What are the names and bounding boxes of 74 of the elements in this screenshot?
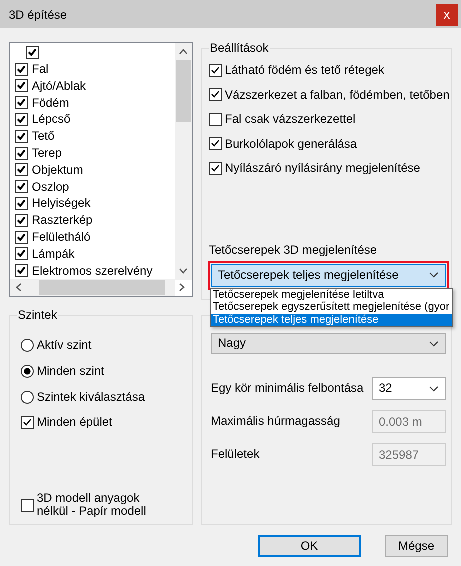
checkbox[interactable] (15, 146, 28, 160)
group-title: Szintek (17, 308, 58, 322)
dropdown[interactable]: Tetőcserepek teljes megjelenítése (211, 264, 446, 287)
checkbox[interactable] (21, 416, 34, 428)
list-item-label: Lámpák (32, 246, 75, 262)
checkbox[interactable] (209, 88, 222, 102)
list-item-label: Elektromos szerelvény (32, 264, 153, 278)
list-item-label: Helyiségek (32, 196, 91, 211)
chevron-down-icon (429, 272, 439, 278)
option-label: Szintek kiválasztása (37, 390, 146, 404)
field-label: Maximális húrmagasság (211, 414, 340, 429)
radio-button[interactable] (21, 390, 34, 404)
option-label: Vázszerkezet a falban, födémben, tetőben (225, 88, 450, 102)
option-label: Látható födém és tető rétegek (225, 63, 384, 78)
list-item-label: Ajtó/Ablak (32, 78, 86, 94)
checkbox[interactable] (21, 498, 34, 512)
option-label: Burkolólapok generálása (225, 136, 358, 151)
checkbox[interactable] (209, 64, 222, 77)
dialog-button[interactable]: Mégse (385, 535, 448, 557)
field-label: Egy kör minimális felbontása (211, 381, 364, 396)
option-label: Fal csak vázszerkezettel (225, 112, 356, 126)
vertical-scrollbar[interactable] (175, 43, 192, 280)
checkbox[interactable] (209, 137, 222, 150)
radio-button[interactable] (21, 338, 34, 352)
group-title: Beállítások (209, 41, 270, 56)
checkbox[interactable] (15, 214, 28, 227)
option-label: Minden szint (37, 364, 104, 378)
checkbox[interactable] (15, 163, 28, 176)
option-label: 3D modell anyagok nélkül - Papír modell (37, 492, 148, 518)
list-item-label: Terep (32, 146, 62, 160)
checkbox[interactable] (15, 96, 28, 110)
checkbox[interactable] (26, 46, 39, 59)
close-button[interactable]: x (436, 4, 458, 26)
option-label: Aktív szint (37, 338, 92, 352)
checkbox[interactable] (15, 62, 28, 76)
checkbox[interactable] (15, 113, 28, 126)
checkbox[interactable] (15, 230, 28, 244)
list-item-label: Lépcső (32, 112, 71, 127)
list-item-label: Felületháló (32, 230, 91, 244)
list-item-label: Objektum (32, 162, 84, 178)
dropdown-option[interactable]: Tetőcserepek egyszerűsített megjelenítése (gyor (211, 301, 452, 314)
dialog-button[interactable]: OK (258, 535, 361, 557)
dropdown-option[interactable]: Tetőcserepek teljes megjelenítése (211, 314, 452, 326)
scroll-right-icon[interactable] (179, 283, 185, 292)
list-item-label: Fal (32, 62, 49, 76)
option-label: Nyílászáró nyílásirány megjelenítése (225, 161, 420, 176)
scrollbar-thumb[interactable] (176, 60, 191, 122)
dropdown[interactable]: Nagy (211, 333, 446, 354)
option-label: Minden épület (37, 414, 112, 430)
chevron-down-icon (429, 386, 439, 392)
checkbox[interactable] (15, 264, 28, 278)
window-title: 3D építése (9, 7, 68, 22)
field-label: Tetőcserepek 3D megjelenítése (209, 242, 378, 257)
checkbox[interactable] (15, 247, 28, 260)
scroll-left-icon[interactable] (16, 283, 22, 292)
scroll-up-icon[interactable] (179, 49, 188, 55)
list-item-label: Födém (32, 96, 70, 110)
layer-list[interactable]: Fal Ajtó/Ablak Födém Lépcső Tető Terep Objektum Oszlop Helyiségek Raszterkép Felületháló Lámpák Elektromos szerelvény (9, 42, 193, 297)
list-item-label: Oszlop (32, 180, 70, 194)
checkbox[interactable] (15, 79, 28, 92)
checkbox[interactable] (15, 180, 28, 194)
scroll-down-icon[interactable] (179, 268, 188, 274)
list-item-label: Tető (32, 129, 55, 144)
chevron-down-icon (429, 340, 439, 346)
checkbox[interactable] (15, 130, 28, 143)
scrollbar-thumb[interactable] (39, 280, 165, 295)
checkbox[interactable] (209, 112, 222, 126)
checkbox[interactable] (209, 162, 222, 175)
list-item-label: Raszterkép (32, 213, 93, 228)
field-label: Felületek (211, 447, 260, 462)
radio-button[interactable] (21, 364, 34, 378)
dropdown-option[interactable]: Tetőcserepek megjelenítése letiltva (211, 288, 452, 302)
dropdown[interactable]: 32 (372, 377, 446, 400)
checkbox[interactable] (15, 197, 28, 210)
